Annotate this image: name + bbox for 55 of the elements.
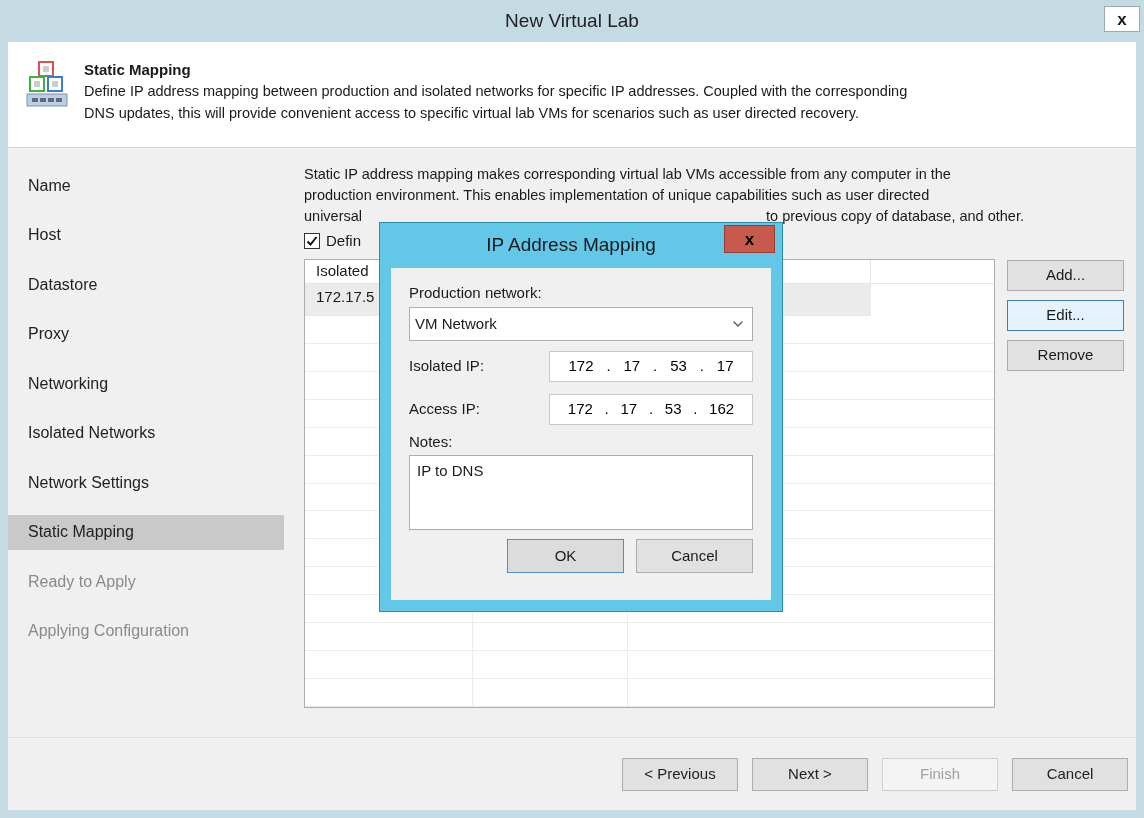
dialog-title: IP Address Mapping (486, 233, 656, 258)
network-dropdown[interactable]: VM Network (409, 307, 753, 341)
ip-octet: 17 (620, 399, 638, 420)
ip-separator: . (653, 356, 658, 377)
ip-separator: . (699, 356, 704, 377)
ip-separator: . (604, 399, 609, 420)
dialog-button[interactable]: OK (507, 539, 624, 573)
ip-octet: 162 (709, 399, 735, 420)
side-button[interactable]: Add... (1007, 260, 1124, 291)
ip-octet: 17 (716, 356, 734, 377)
ip-octet: 53 (664, 399, 682, 420)
ip-octet: 53 (670, 356, 687, 377)
sidebar-item[interactable]: Name (8, 168, 284, 203)
field-label: Notes: (409, 432, 454, 452)
sidebar-item[interactable]: Proxy (8, 316, 284, 352)
side-button[interactable]: Remove (1007, 340, 1124, 371)
step-description: DNS updates, this will provide convenient access to specific virtual lab VMs for scenarios such as user directed recovery. (84, 104, 860, 123)
sidebar-item[interactable]: Datastore (8, 267, 284, 302)
sidebar-item[interactable]: Static Mapping (8, 514, 284, 550)
step-title: Static Mapping (84, 60, 192, 80)
ip-separator: . (693, 399, 698, 420)
field-label: Access IP: (409, 399, 480, 420)
sidebar-item[interactable]: Network Settings (8, 465, 284, 500)
close-button[interactable]: x (724, 225, 775, 253)
ip-octet: 17 (623, 356, 641, 377)
dialog-button[interactable]: Cancel (636, 539, 753, 573)
sidebar-item[interactable]: Host (8, 217, 284, 253)
column-header[interactable]: Isolated (316, 260, 369, 283)
description-text: universal (304, 207, 363, 226)
footer-button[interactable]: < Previous (622, 757, 738, 791)
checkmark-icon (306, 235, 318, 247)
side-button[interactable]: Edit... (1007, 300, 1124, 331)
ip-octet: 172 (567, 399, 593, 420)
sidebar-item[interactable]: Isolated Networks (8, 415, 284, 451)
close-button[interactable]: x (1104, 6, 1140, 32)
description-text: to previous copy of database, and other. (766, 207, 1024, 226)
step-description: Define IP address mapping between production and isolated networks for specific IP addresses. Coupled with the corresponding (84, 82, 908, 101)
footer-button[interactable]: Cancel (1012, 757, 1128, 791)
ip-separator: . (606, 356, 611, 377)
window-title: New Virtual Lab (505, 8, 639, 33)
ip-octet: 172 (568, 356, 594, 377)
table-cell-text: 172.17.5 (316, 286, 375, 307)
ip-address-field[interactable]: 172 . 17 . 53 . 162 (549, 394, 753, 425)
notes-field[interactable]: IP to DNS (409, 455, 753, 530)
ip-separator: . (648, 399, 654, 420)
footer-button[interactable]: Next > (752, 757, 868, 791)
ip-address-field[interactable]: 172 . 17 . 53 . 17 (549, 351, 753, 382)
sidebar-item[interactable]: Networking (8, 366, 284, 401)
description-text: production environment. This enables implementation of unique capabilities such as user directed (304, 186, 931, 205)
field-label: Isolated IP: (409, 356, 485, 377)
field-label: Production network: (409, 283, 543, 303)
network-icon (26, 60, 68, 108)
description-text: Static IP address mapping makes corresponding virtual lab VMs accessible from any computer in the (304, 165, 952, 184)
checkbox-label: Defin (326, 230, 362, 251)
checkbox[interactable] (304, 233, 320, 249)
